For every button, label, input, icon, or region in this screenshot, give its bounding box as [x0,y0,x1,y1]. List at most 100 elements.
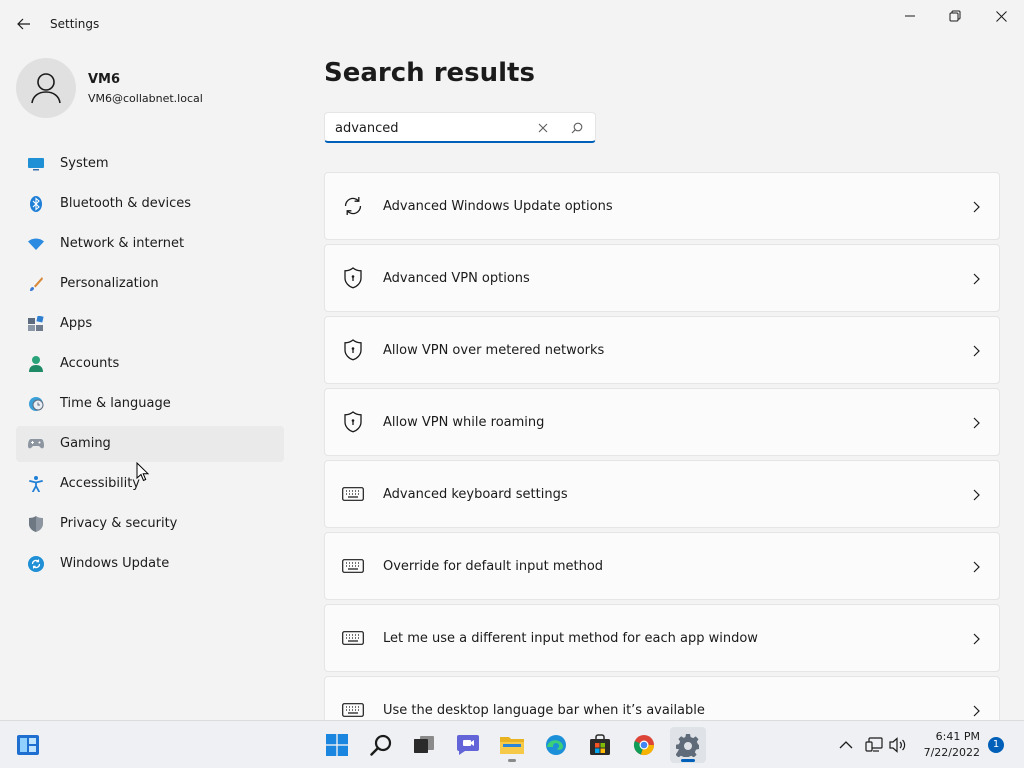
result-label: Allow VPN while roaming [383,415,545,430]
settings-button[interactable] [670,727,706,763]
file-explorer-icon [500,737,524,754]
notification-badge[interactable]: 1 [988,737,1004,753]
edge-icon [546,735,566,755]
sidebar-item-label: Privacy & security [60,516,178,531]
sidebar-item-network[interactable]: Network & internet [16,226,284,262]
restore-button[interactable] [932,0,978,32]
settings-icon [676,734,699,757]
chrome-icon [633,735,655,756]
globe-clock-icon [28,396,44,412]
start-button[interactable] [319,727,355,763]
minimize-icon [905,15,915,17]
chevron-up-icon [839,741,853,749]
sidebar-item-personalization[interactable]: Personalization [16,266,284,302]
person-icon [31,73,61,104]
taskbar-clock[interactable]: 6:41 PM 7/22/2022 [912,729,980,761]
start-icon [326,734,348,756]
chevron-right-icon [971,631,981,647]
chevron-right-icon [971,343,981,359]
search-box [324,112,596,143]
keyboard-icon [341,555,365,577]
result-label: Let me use a different input method for … [383,631,758,646]
clock-date: 7/22/2022 [923,746,980,759]
close-button[interactable] [978,0,1024,32]
sidebar-item-label: Accessibility [60,476,140,491]
restore-icon [949,10,961,22]
apps-icon [28,316,44,332]
chrome-button[interactable] [626,727,662,763]
taskbar-search-button[interactable] [363,727,399,763]
sidebar-item-bluetooth[interactable]: Bluetooth & devices [16,186,284,222]
task-view-button[interactable] [406,727,442,763]
shield-icon [341,339,365,361]
network-status-button[interactable] [864,735,884,755]
file-explorer-button[interactable] [494,727,530,763]
search-results-list: Advanced Windows Update options Advanced… [324,172,1000,720]
sidebar-item-windows-update[interactable]: Windows Update [16,546,284,582]
clock-time: 6:41 PM [935,730,980,743]
sidebar-item-gaming[interactable]: Gaming [16,426,284,462]
sidebar-item-label: Windows Update [60,556,170,571]
chevron-right-icon [971,559,981,575]
shield-icon [341,411,365,433]
chat-button[interactable] [450,727,486,763]
title-bar: Settings [0,0,1024,48]
user-profile[interactable]: VM6 VM6@collabnet.local [16,58,286,118]
mouse-cursor-icon [136,462,150,482]
result-advanced-windows-update-options[interactable]: Advanced Windows Update options [324,172,1000,240]
back-button[interactable] [12,10,36,38]
running-indicator [508,759,516,762]
page-title: Search results [324,58,535,88]
user-email: VM6@collabnet.local [88,92,203,105]
widgets-button[interactable] [10,727,46,763]
result-different-input-method-per-app[interactable]: Let me use a different input method for … [324,604,1000,672]
sidebar-item-time-language[interactable]: Time & language [16,386,284,422]
chevron-right-icon [971,415,981,431]
keyboard-icon [341,483,365,505]
search-icon [571,122,583,134]
volume-button[interactable] [888,735,908,755]
sidebar-item-accessibility[interactable]: Accessibility [16,466,284,502]
result-label: Allow VPN over metered networks [383,343,605,358]
result-label: Advanced Windows Update options [383,199,613,214]
sidebar-item-label: Network & internet [60,236,185,251]
volume-icon [889,737,906,753]
result-override-default-input-method[interactable]: Override for default input method [324,532,1000,600]
accessibility-icon [28,476,44,492]
widgets-icon [17,735,39,755]
sync-icon [341,195,365,217]
sidebar-item-accounts[interactable]: Accounts [16,346,284,382]
sidebar-item-apps[interactable]: Apps [16,306,284,342]
gamepad-icon [28,436,44,452]
result-label: Advanced keyboard settings [383,487,568,502]
minimize-button[interactable] [887,0,933,32]
search-input[interactable] [335,119,525,137]
sidebar-item-system[interactable]: System [16,146,284,182]
chevron-right-icon [971,271,981,287]
shield-icon [28,516,44,532]
result-advanced-vpn-options[interactable]: Advanced VPN options [324,244,1000,312]
clear-search-button[interactable] [533,119,553,137]
store-button[interactable] [582,727,618,763]
edge-button[interactable] [538,727,574,763]
result-label: Advanced VPN options [383,271,530,286]
person-icon [28,356,44,372]
result-label: Override for default input method [383,559,604,574]
result-advanced-keyboard-settings[interactable]: Advanced keyboard settings [324,460,1000,528]
avatar [16,58,76,118]
sidebar-item-label: Personalization [60,276,159,291]
close-icon [995,10,1007,22]
result-allow-vpn-roaming[interactable]: Allow VPN while roaming [324,388,1000,456]
close-icon [538,123,548,133]
chevron-right-icon [971,199,981,215]
show-hidden-icons-button[interactable] [836,735,856,755]
result-desktop-language-bar[interactable]: Use the desktop language bar when it’s a… [324,676,1000,720]
monitor-icon [28,156,44,172]
sidebar-item-privacy-security[interactable]: Privacy & security [16,506,284,542]
result-label: Use the desktop language bar when it’s a… [383,703,705,718]
app-title: Settings [50,17,100,31]
result-allow-vpn-metered[interactable]: Allow VPN over metered networks [324,316,1000,384]
task-view-icon [414,736,434,753]
search-button[interactable] [567,119,587,137]
wifi-icon [28,236,44,252]
